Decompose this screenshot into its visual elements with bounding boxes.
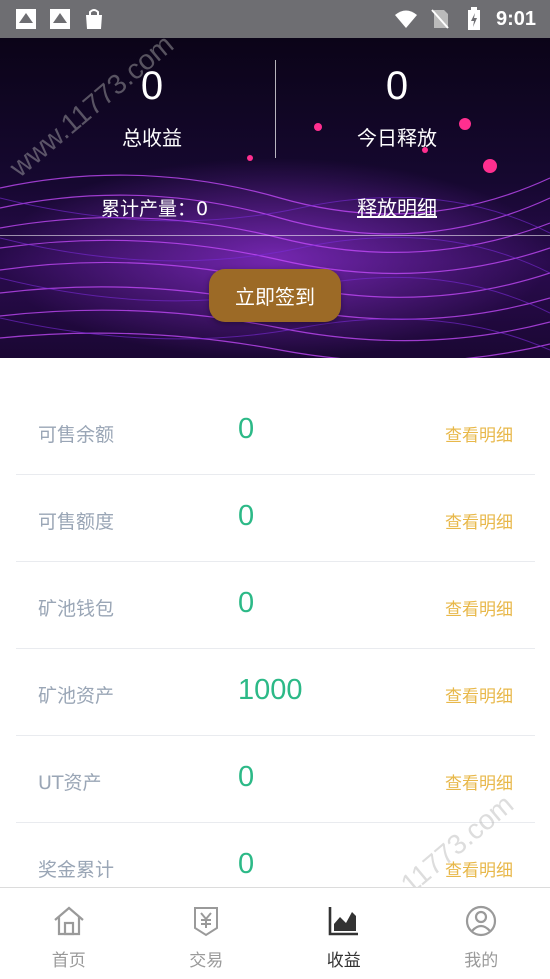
total-income-value: 0 — [140, 64, 164, 108]
nav-label-trade: 交易 — [189, 951, 224, 971]
view-detail-link[interactable]: 查看明细 — [445, 769, 513, 794]
view-detail-link[interactable]: 查看明细 — [445, 421, 513, 446]
status-bar: 9:01 — [0, 0, 550, 38]
user-icon — [464, 904, 498, 938]
nav-label-earnings: 收益 — [326, 951, 361, 971]
view-detail-link[interactable]: 查看明细 — [445, 682, 513, 707]
balance-value: 0 — [238, 500, 255, 532]
balance-label: 可售余额 — [38, 424, 115, 446]
total-income-stat: 0 总收益 — [32, 64, 272, 151]
shopping-bag-icon — [82, 7, 106, 31]
nav-label-mine: 我的 — [464, 951, 499, 971]
today-release-label: 今日释放 — [357, 126, 437, 150]
today-release-stat: 0 今日释放 — [277, 64, 517, 151]
stat-divider — [275, 60, 276, 158]
view-detail-link[interactable]: 查看明细 — [445, 595, 513, 620]
balance-value: 1000 — [238, 674, 303, 706]
balance-row: 可售余额 0 查看明细 — [16, 388, 535, 475]
nav-item-earnings[interactable]: 收益 — [275, 888, 413, 979]
balance-value: 0 — [238, 848, 255, 880]
balance-row: 矿池资产 1000 查看明细 — [16, 649, 535, 736]
balance-list: 可售余额 0 查看明细 可售额度 0 查看明细 矿池钱包 0 查看明细 矿池资产… — [16, 388, 535, 910]
balance-label: UT资产 — [38, 772, 102, 794]
view-detail-link[interactable]: 查看明细 — [445, 856, 513, 881]
app-notification-icon — [14, 7, 38, 31]
app-notification-icon — [48, 7, 72, 31]
earnings-hero: 0 总收益 0 今日释放 累计产量：0 释放明细 立即签到 — [0, 38, 550, 358]
nav-label-home: 首页 — [51, 951, 86, 971]
balance-value: 0 — [238, 587, 255, 619]
yen-wallet-icon — [189, 904, 223, 938]
home-icon — [52, 904, 86, 938]
balance-row: 可售额度 0 查看明细 — [16, 475, 535, 562]
balance-label: 矿池钱包 — [38, 598, 115, 620]
chart-icon — [327, 904, 361, 938]
balance-row: UT资产 0 查看明细 — [16, 736, 535, 823]
release-detail-link[interactable]: 释放明细 — [277, 192, 517, 221]
wifi-icon — [394, 7, 418, 31]
balance-row: 矿池钱包 0 查看明细 — [16, 562, 535, 649]
total-income-label: 总收益 — [122, 126, 182, 150]
view-detail-link[interactable]: 查看明细 — [445, 508, 513, 533]
nav-item-home[interactable]: 首页 — [0, 888, 138, 979]
balance-label: 矿池资产 — [38, 685, 115, 707]
nav-item-mine[interactable]: 我的 — [413, 888, 550, 979]
signin-button[interactable]: 立即签到 — [209, 269, 341, 322]
no-sim-icon — [428, 7, 452, 31]
balance-value: 0 — [238, 761, 255, 793]
battery-charging-icon — [462, 7, 486, 31]
nav-item-trade[interactable]: 交易 — [138, 888, 276, 979]
cumulative-output: 累计产量：0 — [100, 198, 209, 220]
today-release-value: 0 — [385, 64, 409, 108]
balance-label: 可售额度 — [38, 511, 115, 533]
status-time: 9:01 — [495, 7, 536, 30]
hero-divider — [0, 235, 550, 236]
balance-value: 0 — [238, 413, 255, 445]
balance-label: 奖金累计 — [38, 859, 115, 881]
bottom-nav: 首页 交易 收益 我的 — [0, 887, 550, 979]
